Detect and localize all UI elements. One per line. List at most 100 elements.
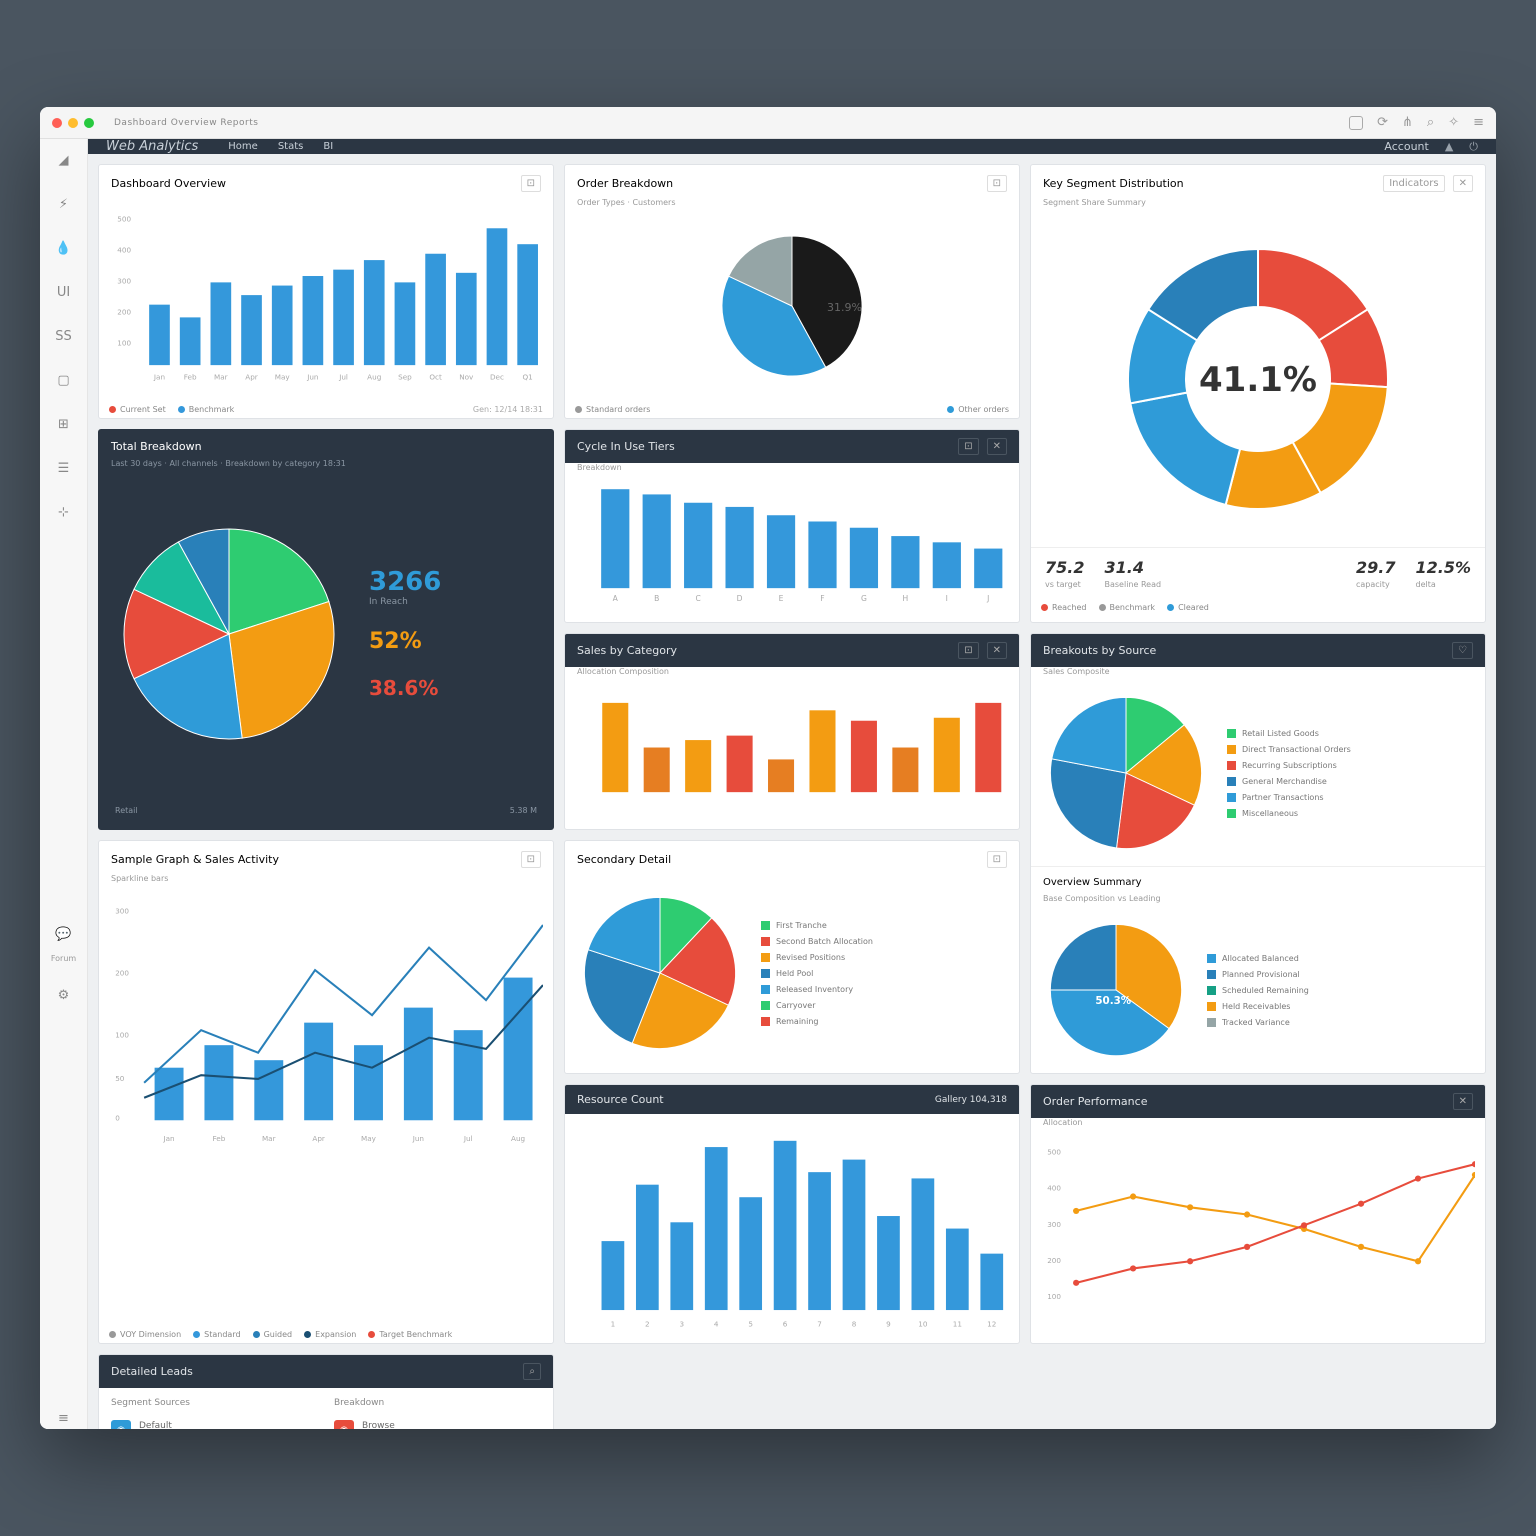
- svg-text:100: 100: [117, 338, 131, 347]
- svg-text:May: May: [361, 1134, 377, 1143]
- svg-text:6: 6: [783, 1320, 788, 1329]
- legend-list: Allocated BalancedPlanned ProvisionalSch…: [1207, 954, 1309, 1027]
- svg-text:8: 8: [852, 1320, 857, 1329]
- nav-settings-icon[interactable]: ⚙: [53, 985, 75, 1007]
- svg-text:Aug: Aug: [511, 1134, 525, 1143]
- window-controls[interactable]: [52, 118, 94, 128]
- svg-text:Aug: Aug: [367, 373, 381, 382]
- sidebar: ◢ ⚡ 💧 UI SS ▢ ⊞ ☰ ⊹ 💬 Forum ⚙ ≡: [40, 139, 88, 1429]
- donut-chart: 41.1%: [1098, 219, 1418, 539]
- nav-bi[interactable]: BI: [323, 141, 333, 152]
- bar-chart: ABCDEFGHIJ: [575, 484, 1009, 603]
- card-title: Sales by Category: [577, 644, 677, 657]
- nav-tree-icon[interactable]: ⊹: [53, 501, 75, 523]
- svg-text:10: 10: [918, 1320, 928, 1329]
- nav-drop-icon[interactable]: 💧: [53, 237, 75, 259]
- card-detailed-leads: Detailed Leads⌕ Segment Sources◉DefaultR…: [98, 1354, 554, 1429]
- menu-icon[interactable]: ≡: [1473, 115, 1484, 130]
- svg-text:100: 100: [1047, 1292, 1061, 1301]
- refresh-icon[interactable]: ⟳: [1377, 115, 1388, 130]
- bookmark-icon[interactable]: ✧: [1448, 115, 1459, 130]
- svg-text:Feb: Feb: [184, 373, 197, 382]
- account-label[interactable]: Account: [1384, 140, 1428, 153]
- pie-chart: 50.3%: [1041, 915, 1191, 1065]
- card-order-breakdown: Order Breakdown⊡ Order Types · Customers…: [564, 164, 1020, 419]
- svg-text:Jan: Jan: [153, 373, 165, 382]
- card-breakouts-source: Breakouts by Source♡ Sales Composite Ret…: [1030, 633, 1486, 1074]
- nav-chat-label: Forum: [51, 954, 76, 963]
- svg-text:7: 7: [817, 1320, 822, 1329]
- nav-stats[interactable]: Stats: [278, 141, 304, 152]
- svg-text:2: 2: [645, 1320, 650, 1329]
- svg-text:3: 3: [679, 1320, 684, 1329]
- card-title: Breakouts by Source: [1043, 644, 1156, 657]
- svg-text:Mar: Mar: [214, 373, 228, 382]
- card-action-icon[interactable]: ⊡: [521, 851, 541, 868]
- card-resource-count: Resource CountGallery 104,318 1234567891…: [564, 1084, 1020, 1344]
- nav-grid-icon[interactable]: ⊞: [53, 413, 75, 435]
- card-total-breakdown: Total Breakdown Last 30 days · All chann…: [98, 429, 554, 830]
- card-expand-icon[interactable]: ⊡: [958, 642, 978, 659]
- indicators-button[interactable]: Indicators: [1383, 175, 1444, 192]
- nav-analytics-icon[interactable]: ⚡: [53, 193, 75, 215]
- pie-chart: [1041, 688, 1211, 858]
- nav-collapse-icon[interactable]: ≡: [53, 1407, 75, 1429]
- nav-dashboard-icon[interactable]: ◢: [53, 149, 75, 171]
- svg-text:Jan: Jan: [162, 1134, 174, 1143]
- card-action-icon[interactable]: ⊡: [958, 438, 978, 455]
- svg-text:300: 300: [115, 906, 129, 915]
- user-icon[interactable]: ⋔: [1402, 115, 1413, 130]
- pie-chart: 31.9%: [692, 226, 892, 386]
- nav-ss-icon[interactable]: SS: [53, 325, 75, 347]
- card-action-icon[interactable]: ⊡: [987, 175, 1007, 192]
- nav-home[interactable]: Home: [228, 141, 258, 152]
- svg-text:200: 200: [115, 968, 129, 977]
- svg-text:50: 50: [115, 1074, 125, 1083]
- card-close-icon[interactable]: ✕: [1453, 1093, 1473, 1110]
- power-icon[interactable]: ⏻: [1469, 140, 1478, 154]
- nav-chat-icon[interactable]: 💬: [53, 924, 75, 946]
- dashboard-grid: Dashboard Overview⊡ 500400300200100 JanF…: [88, 154, 1496, 1429]
- svg-text:Jul: Jul: [463, 1134, 473, 1143]
- list-item[interactable]: ◉BrowseQueues: [334, 1420, 541, 1429]
- card-title: Secondary Detail: [577, 853, 671, 866]
- bar-chart: [575, 688, 1009, 807]
- address-pill[interactable]: [1349, 116, 1363, 130]
- svg-text:Mar: Mar: [262, 1134, 276, 1143]
- svg-text:Jul: Jul: [338, 373, 348, 382]
- heart-icon[interactable]: ♡: [1452, 642, 1473, 659]
- svg-text:Feb: Feb: [213, 1134, 226, 1143]
- notif-icon[interactable]: ▲: [1445, 140, 1453, 153]
- browser-tab-label: Dashboard Overview Reports: [114, 118, 258, 128]
- svg-text:200: 200: [1047, 1256, 1061, 1265]
- nav-layers-icon[interactable]: ☰: [53, 457, 75, 479]
- svg-text:300: 300: [117, 276, 131, 285]
- svg-text:Jun: Jun: [412, 1134, 424, 1143]
- svg-text:50.3%: 50.3%: [1095, 995, 1131, 1007]
- svg-text:0: 0: [115, 1113, 120, 1122]
- search-icon[interactable]: ⌕: [523, 1363, 541, 1380]
- card-close-icon[interactable]: ✕: [987, 438, 1007, 455]
- card-action-icon[interactable]: ⊡: [987, 851, 1007, 868]
- card-close-icon[interactable]: ✕: [987, 642, 1007, 659]
- card-title: Sample Graph & Sales Activity: [111, 853, 279, 866]
- card-action-icon[interactable]: ✕: [1453, 175, 1473, 192]
- nav-ui-icon[interactable]: UI: [53, 281, 75, 303]
- card-title: Order Breakdown: [577, 177, 673, 190]
- legend-list: First TrancheSecond Batch AllocationRevi…: [761, 921, 873, 1026]
- card-action-icon[interactable]: ⊡: [521, 175, 541, 192]
- svg-text:9: 9: [886, 1320, 891, 1329]
- svg-text:G: G: [861, 594, 867, 603]
- top-nav: Home Stats BI: [228, 141, 333, 152]
- svg-text:E: E: [779, 594, 784, 603]
- list-item[interactable]: ◉DefaultRecurring Data: [111, 1420, 318, 1429]
- svg-text:Q1: Q1: [523, 373, 533, 382]
- line-chart: 500400300200100: [1041, 1139, 1475, 1335]
- svg-text:300: 300: [1047, 1220, 1061, 1229]
- nav-box-icon[interactable]: ▢: [53, 369, 75, 391]
- search-icon[interactable]: ⌕: [1427, 115, 1434, 130]
- svg-text:12: 12: [987, 1320, 996, 1329]
- svg-text:Dec: Dec: [490, 373, 504, 382]
- svg-text:200: 200: [117, 307, 131, 316]
- svg-text:Apr: Apr: [312, 1134, 325, 1143]
